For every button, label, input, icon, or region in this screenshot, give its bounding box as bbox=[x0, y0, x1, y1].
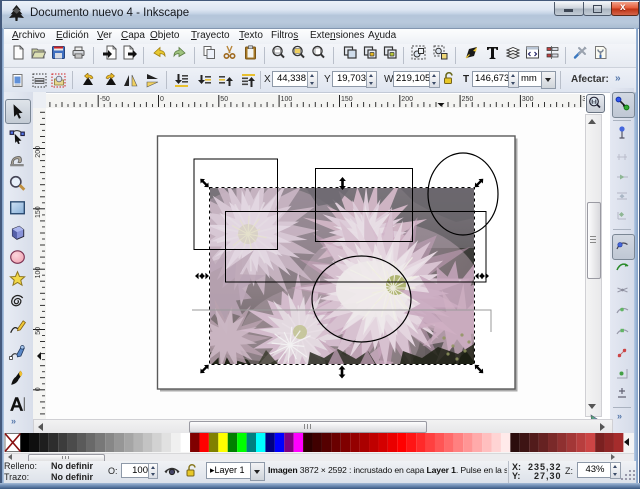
svg-text:250: 250 bbox=[462, 96, 474, 103]
svg-text:300: 300 bbox=[522, 96, 534, 103]
svg-text:0: 0 bbox=[160, 96, 164, 103]
svg-text:350: 350 bbox=[582, 96, 585, 103]
svg-text:50: 50 bbox=[35, 327, 42, 335]
svg-text:100: 100 bbox=[281, 96, 293, 103]
svg-text:150: 150 bbox=[341, 96, 353, 103]
svg-text:200: 200 bbox=[35, 146, 42, 158]
svg-text:200: 200 bbox=[401, 96, 413, 103]
svg-text:100: 100 bbox=[35, 267, 42, 279]
svg-text:-50: -50 bbox=[100, 96, 110, 103]
svg-text:50: 50 bbox=[220, 96, 228, 103]
svg-text:0: 0 bbox=[35, 387, 42, 391]
svg-text:150: 150 bbox=[35, 206, 42, 218]
